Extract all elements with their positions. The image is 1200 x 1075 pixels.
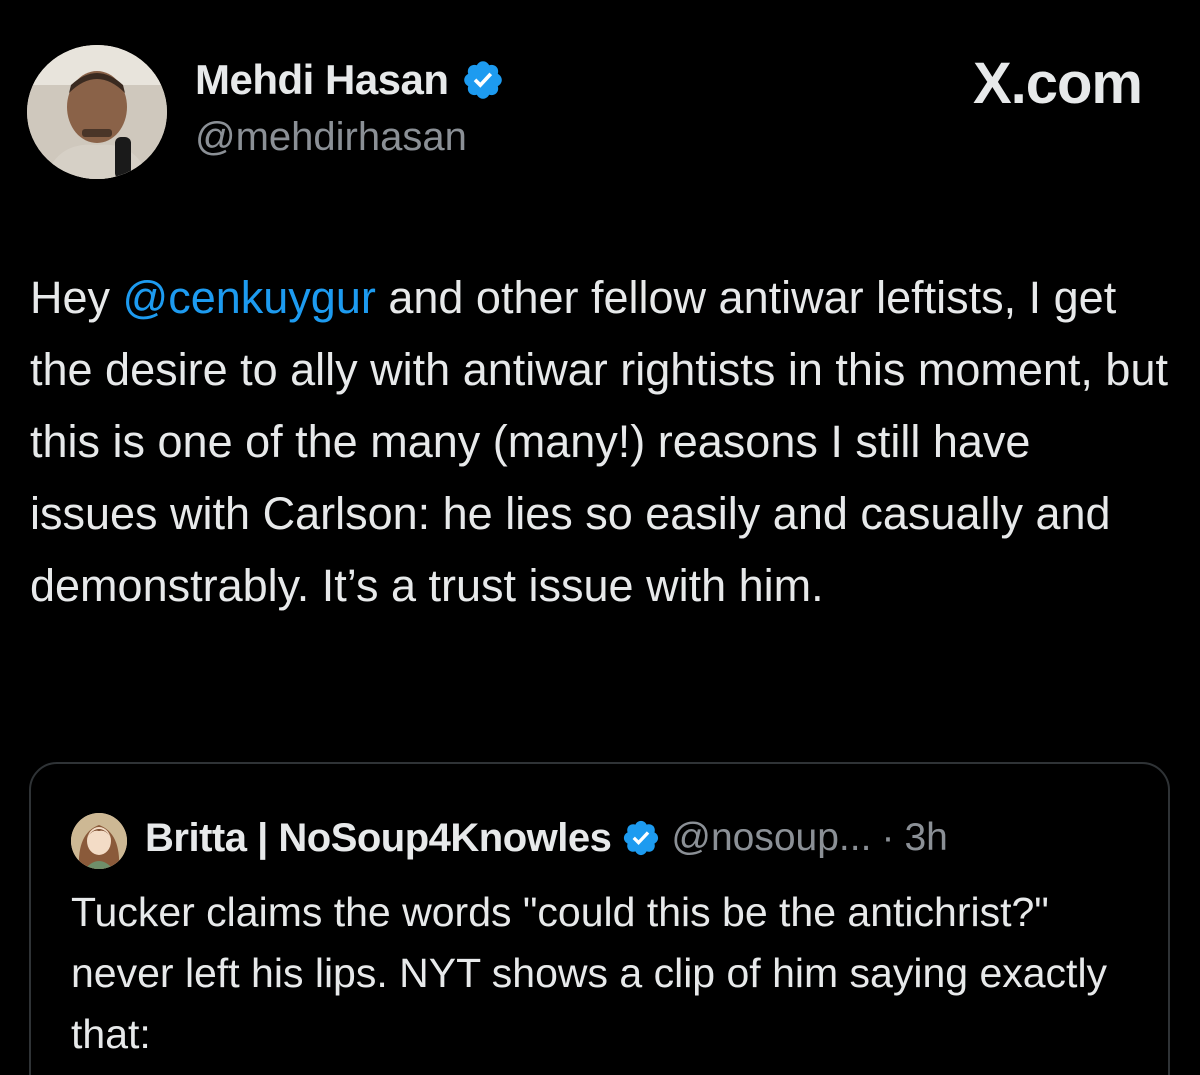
author-avatar[interactable]	[27, 45, 167, 179]
quoted-post-text: Tucker claims the words "could this be t…	[71, 889, 1108, 1057]
separator-dot: ·	[881, 816, 895, 859]
author-name[interactable]: Mehdi Hasan	[195, 56, 449, 104]
quoted-author-handle[interactable]: @nosoup...	[671, 816, 871, 860]
author-avatar-image	[27, 45, 167, 179]
post-text: Hey @cenkuygur and other fellow antiwar …	[30, 262, 1170, 622]
author-name-row: Mehdi Hasan	[195, 54, 505, 106]
quoted-avatar-image	[71, 813, 127, 869]
post-header: Mehdi Hasan @mehdirhasan X.com	[0, 0, 1200, 200]
quoted-verified-badge-icon	[624, 820, 659, 856]
mention-link[interactable]: @cenkuygur	[123, 272, 376, 323]
quoted-author-name[interactable]: Britta | NoSoup4Knowles	[145, 816, 612, 861]
quoted-post-header: Britta | NoSoup4Knowles @nosoup... · 3h	[145, 810, 948, 866]
author-handle[interactable]: @mehdirhasan	[195, 115, 467, 160]
quoted-post-card[interactable]: Britta | NoSoup4Knowles @nosoup... · 3h …	[29, 762, 1170, 1075]
quoted-author-avatar[interactable]	[71, 813, 127, 869]
post-text-start: Hey	[30, 272, 123, 323]
quoted-post-time[interactable]: 3h	[904, 816, 947, 860]
brand-logo: X.com	[972, 51, 1143, 116]
verified-badge-icon[interactable]	[461, 58, 505, 102]
